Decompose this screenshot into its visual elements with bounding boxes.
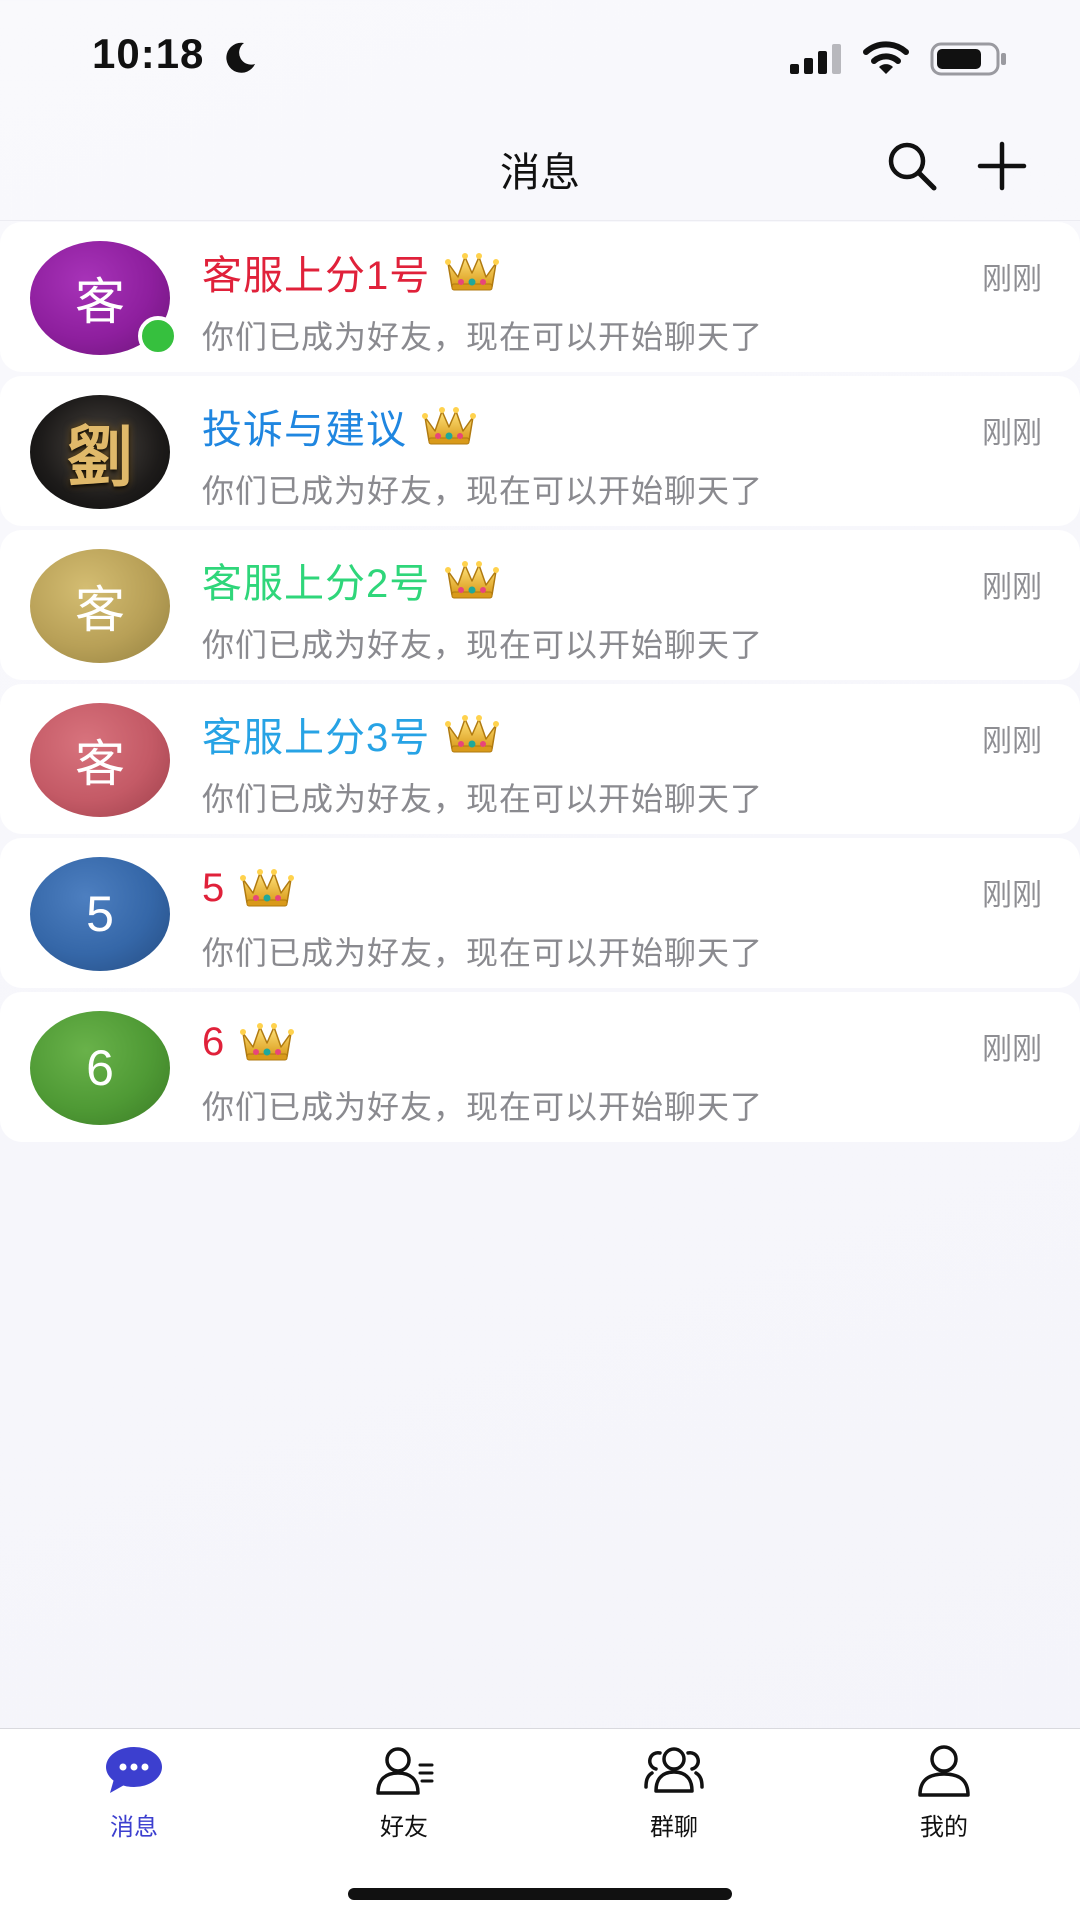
- crown-icon: [239, 867, 295, 909]
- chat-name-row: 客服上分1号: [202, 246, 500, 298]
- crown-icon: [444, 559, 500, 601]
- chat-item[interactable]: 客 客服上分1号 刚刚 你们已成为好友，现在可以开始聊天了: [0, 222, 1080, 372]
- battery-icon: [930, 42, 1006, 76]
- plus-icon: [977, 141, 1027, 191]
- chat-item[interactable]: 劉 投诉与建议 刚刚 你们已成为好友，现在可以开始聊天了: [0, 376, 1080, 526]
- chat-name-row: 客服上分2号: [202, 554, 500, 606]
- home-indicator[interactable]: [348, 1888, 732, 1900]
- tab-me[interactable]: 我的: [844, 1743, 1044, 1853]
- profile-icon: [918, 1745, 970, 1797]
- chat-name: 5: [202, 865, 226, 910]
- crown-icon: [421, 405, 477, 447]
- chat-preview: 你们已成为好友，现在可以开始聊天了: [202, 319, 764, 355]
- chat-preview: 你们已成为好友，现在可以开始聊天了: [202, 781, 764, 817]
- tab-label: 消息: [110, 1814, 158, 1841]
- avatar: 劉: [30, 395, 170, 509]
- chat-bubble-icon: [106, 1747, 162, 1793]
- chat-name-row: 5: [202, 862, 295, 914]
- nav-bar: 消息: [0, 110, 1080, 221]
- tab-label: 群聊: [650, 1814, 698, 1841]
- avatar-text: 客: [75, 736, 125, 792]
- chat-time: 刚刚: [982, 1033, 1042, 1066]
- avatar: 5: [30, 857, 170, 971]
- chat-time: 刚刚: [982, 725, 1042, 758]
- avatar-text: 劉: [67, 418, 133, 496]
- crown-icon: [444, 713, 500, 755]
- avatar: 6: [30, 1011, 170, 1125]
- chat-name: 6: [202, 1019, 226, 1064]
- status-bar: 10:18: [0, 0, 1080, 110]
- chat-name: 客服上分2号: [202, 562, 431, 606]
- avatar: 客: [30, 549, 170, 663]
- wifi-icon: [863, 41, 909, 74]
- chat-item[interactable]: 客 客服上分2号 刚刚 你们已成为好友，现在可以开始聊天了: [0, 530, 1080, 680]
- tab-label: 我的: [920, 1814, 968, 1841]
- signal-icon: [790, 44, 841, 74]
- crown-icon: [239, 1021, 295, 1063]
- chat-preview: 你们已成为好友，现在可以开始聊天了: [202, 1089, 764, 1125]
- group-icon: [644, 1747, 704, 1793]
- chat-name-row: 投诉与建议: [202, 400, 477, 452]
- tab-group-chat[interactable]: 群聊: [574, 1743, 774, 1853]
- chat-time: 刚刚: [982, 417, 1042, 450]
- avatar-text: 5: [86, 886, 114, 942]
- chat-name: 客服上分3号: [202, 716, 431, 760]
- add-button[interactable]: [974, 138, 1030, 194]
- avatar: 客: [30, 703, 170, 817]
- chat-name-row: 客服上分3号: [202, 708, 500, 760]
- crown-icon: [444, 251, 500, 293]
- chat-list: 客 客服上分1号 刚刚 你们已成为好友，现在可以开始聊天了 劉 投诉与建议 刚刚…: [0, 222, 1080, 1146]
- chat-name: 客服上分1号: [202, 254, 431, 298]
- chat-item[interactable]: 6 6 刚刚 你们已成为好友，现在可以开始聊天了: [0, 992, 1080, 1142]
- chat-time: 刚刚: [982, 571, 1042, 604]
- chat-time: 刚刚: [982, 879, 1042, 912]
- chat-item[interactable]: 客 客服上分3号 刚刚 你们已成为好友，现在可以开始聊天了: [0, 684, 1080, 834]
- avatar-text: 客: [75, 274, 125, 330]
- tab-label: 好友: [380, 1814, 428, 1841]
- online-status-dot: [138, 316, 178, 356]
- chat-preview: 你们已成为好友，现在可以开始聊天了: [202, 627, 764, 663]
- chat-time: 刚刚: [982, 263, 1042, 296]
- avatar-text: 客: [75, 582, 125, 638]
- tab-friends[interactable]: 好友: [304, 1743, 504, 1853]
- chat-preview: 你们已成为好友，现在可以开始聊天了: [202, 473, 764, 509]
- tab-messages[interactable]: 消息: [34, 1743, 234, 1853]
- chat-name-row: 6: [202, 1016, 295, 1068]
- search-button[interactable]: [884, 138, 940, 194]
- friends-icon: [376, 1747, 434, 1795]
- chat-preview: 你们已成为好友，现在可以开始聊天了: [202, 935, 764, 971]
- moon-icon: [226, 42, 255, 73]
- chat-item[interactable]: 5 5 刚刚 你们已成为好友，现在可以开始聊天了: [0, 838, 1080, 988]
- search-icon: [888, 142, 937, 191]
- avatar-text: 6: [86, 1040, 114, 1096]
- chat-name: 投诉与建议: [202, 408, 407, 452]
- status-time: 10:18: [92, 30, 205, 77]
